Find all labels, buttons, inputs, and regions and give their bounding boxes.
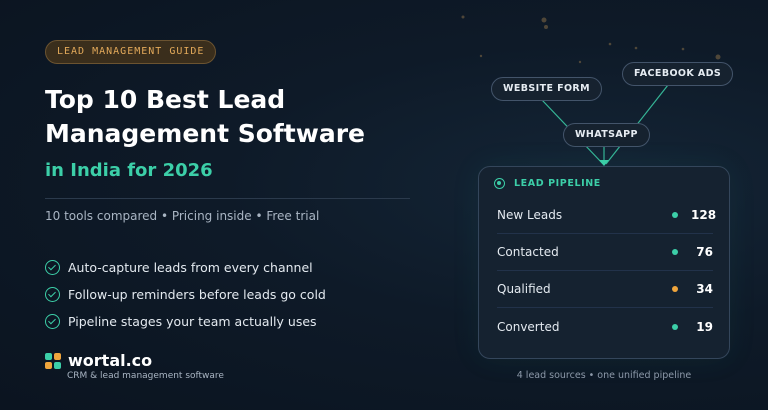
pipeline-rows: New Leads 128 Contacted 76 Qualified 34 …	[497, 197, 717, 345]
stage-count: 128	[691, 208, 717, 222]
divider	[45, 198, 410, 199]
stage-count: 76	[696, 245, 713, 259]
decor-dots	[461, 15, 726, 68]
pipeline-header: LEAD PIPELINE	[494, 178, 601, 189]
meta-line: 10 tools compared • Pricing inside • Fre…	[45, 209, 320, 223]
feature-list: Auto-capture leads from every channel Fo…	[45, 254, 326, 335]
pipeline-row: Contacted 76	[497, 234, 713, 271]
pipeline-row: Converted 19	[497, 308, 713, 345]
brand-name: wortal.co	[68, 351, 153, 370]
stage-dot-icon	[672, 286, 678, 292]
stage-dot-icon	[672, 212, 678, 218]
pipeline-title: LEAD PIPELINE	[514, 178, 601, 189]
feature-item: Auto-capture leads from every channel	[45, 254, 326, 281]
brand: wortal.co CRM & lead management software	[45, 351, 224, 381]
check-circle-icon	[45, 260, 60, 275]
pipeline-row: New Leads 128	[497, 197, 717, 234]
feature-text: Pipeline stages your team actually uses	[68, 314, 317, 329]
page-title: Top 10 Best Lead Management Software	[45, 85, 365, 148]
stage-label: Converted	[497, 319, 560, 334]
lead-pipeline-card: LEAD PIPELINE New Leads 128 Contacted 76…	[478, 166, 730, 359]
stage-label: Contacted	[497, 245, 559, 259]
left-panel: LEAD MANAGEMENT GUIDE Top 10 Best Lead M…	[45, 0, 415, 410]
page-subtitle: in India for 2026	[45, 160, 213, 181]
brand-logo-icon	[45, 353, 61, 369]
feature-text: Follow-up reminders before leads go cold	[68, 287, 326, 302]
pipeline-row: Qualified 34	[497, 271, 713, 308]
stage-label: Qualified	[497, 282, 551, 296]
status-dot-icon	[494, 178, 505, 189]
source-whatsapp: WHATSAPP	[563, 123, 650, 147]
guide-tag: LEAD MANAGEMENT GUIDE	[45, 40, 217, 64]
source-facebook-ads: FACEBOOK ADS	[622, 62, 734, 86]
feature-item: Follow-up reminders before leads go cold	[45, 281, 326, 308]
pipeline-caption: 4 lead sources • one unified pipeline	[516, 370, 692, 381]
stage-count: 19	[696, 319, 713, 334]
stage-dot-icon	[672, 249, 678, 255]
brand-tagline: CRM & lead management software	[67, 371, 224, 381]
stage-dot-icon	[672, 323, 678, 330]
stage-label: New Leads	[497, 208, 563, 222]
source-website-form: WEBSITE FORM	[491, 77, 602, 101]
feature-item: Pipeline stages your team actually uses	[45, 308, 326, 335]
check-circle-icon	[45, 314, 60, 329]
stage-count: 34	[696, 282, 713, 296]
feature-text: Auto-capture leads from every channel	[68, 260, 313, 275]
check-circle-icon	[45, 287, 60, 302]
